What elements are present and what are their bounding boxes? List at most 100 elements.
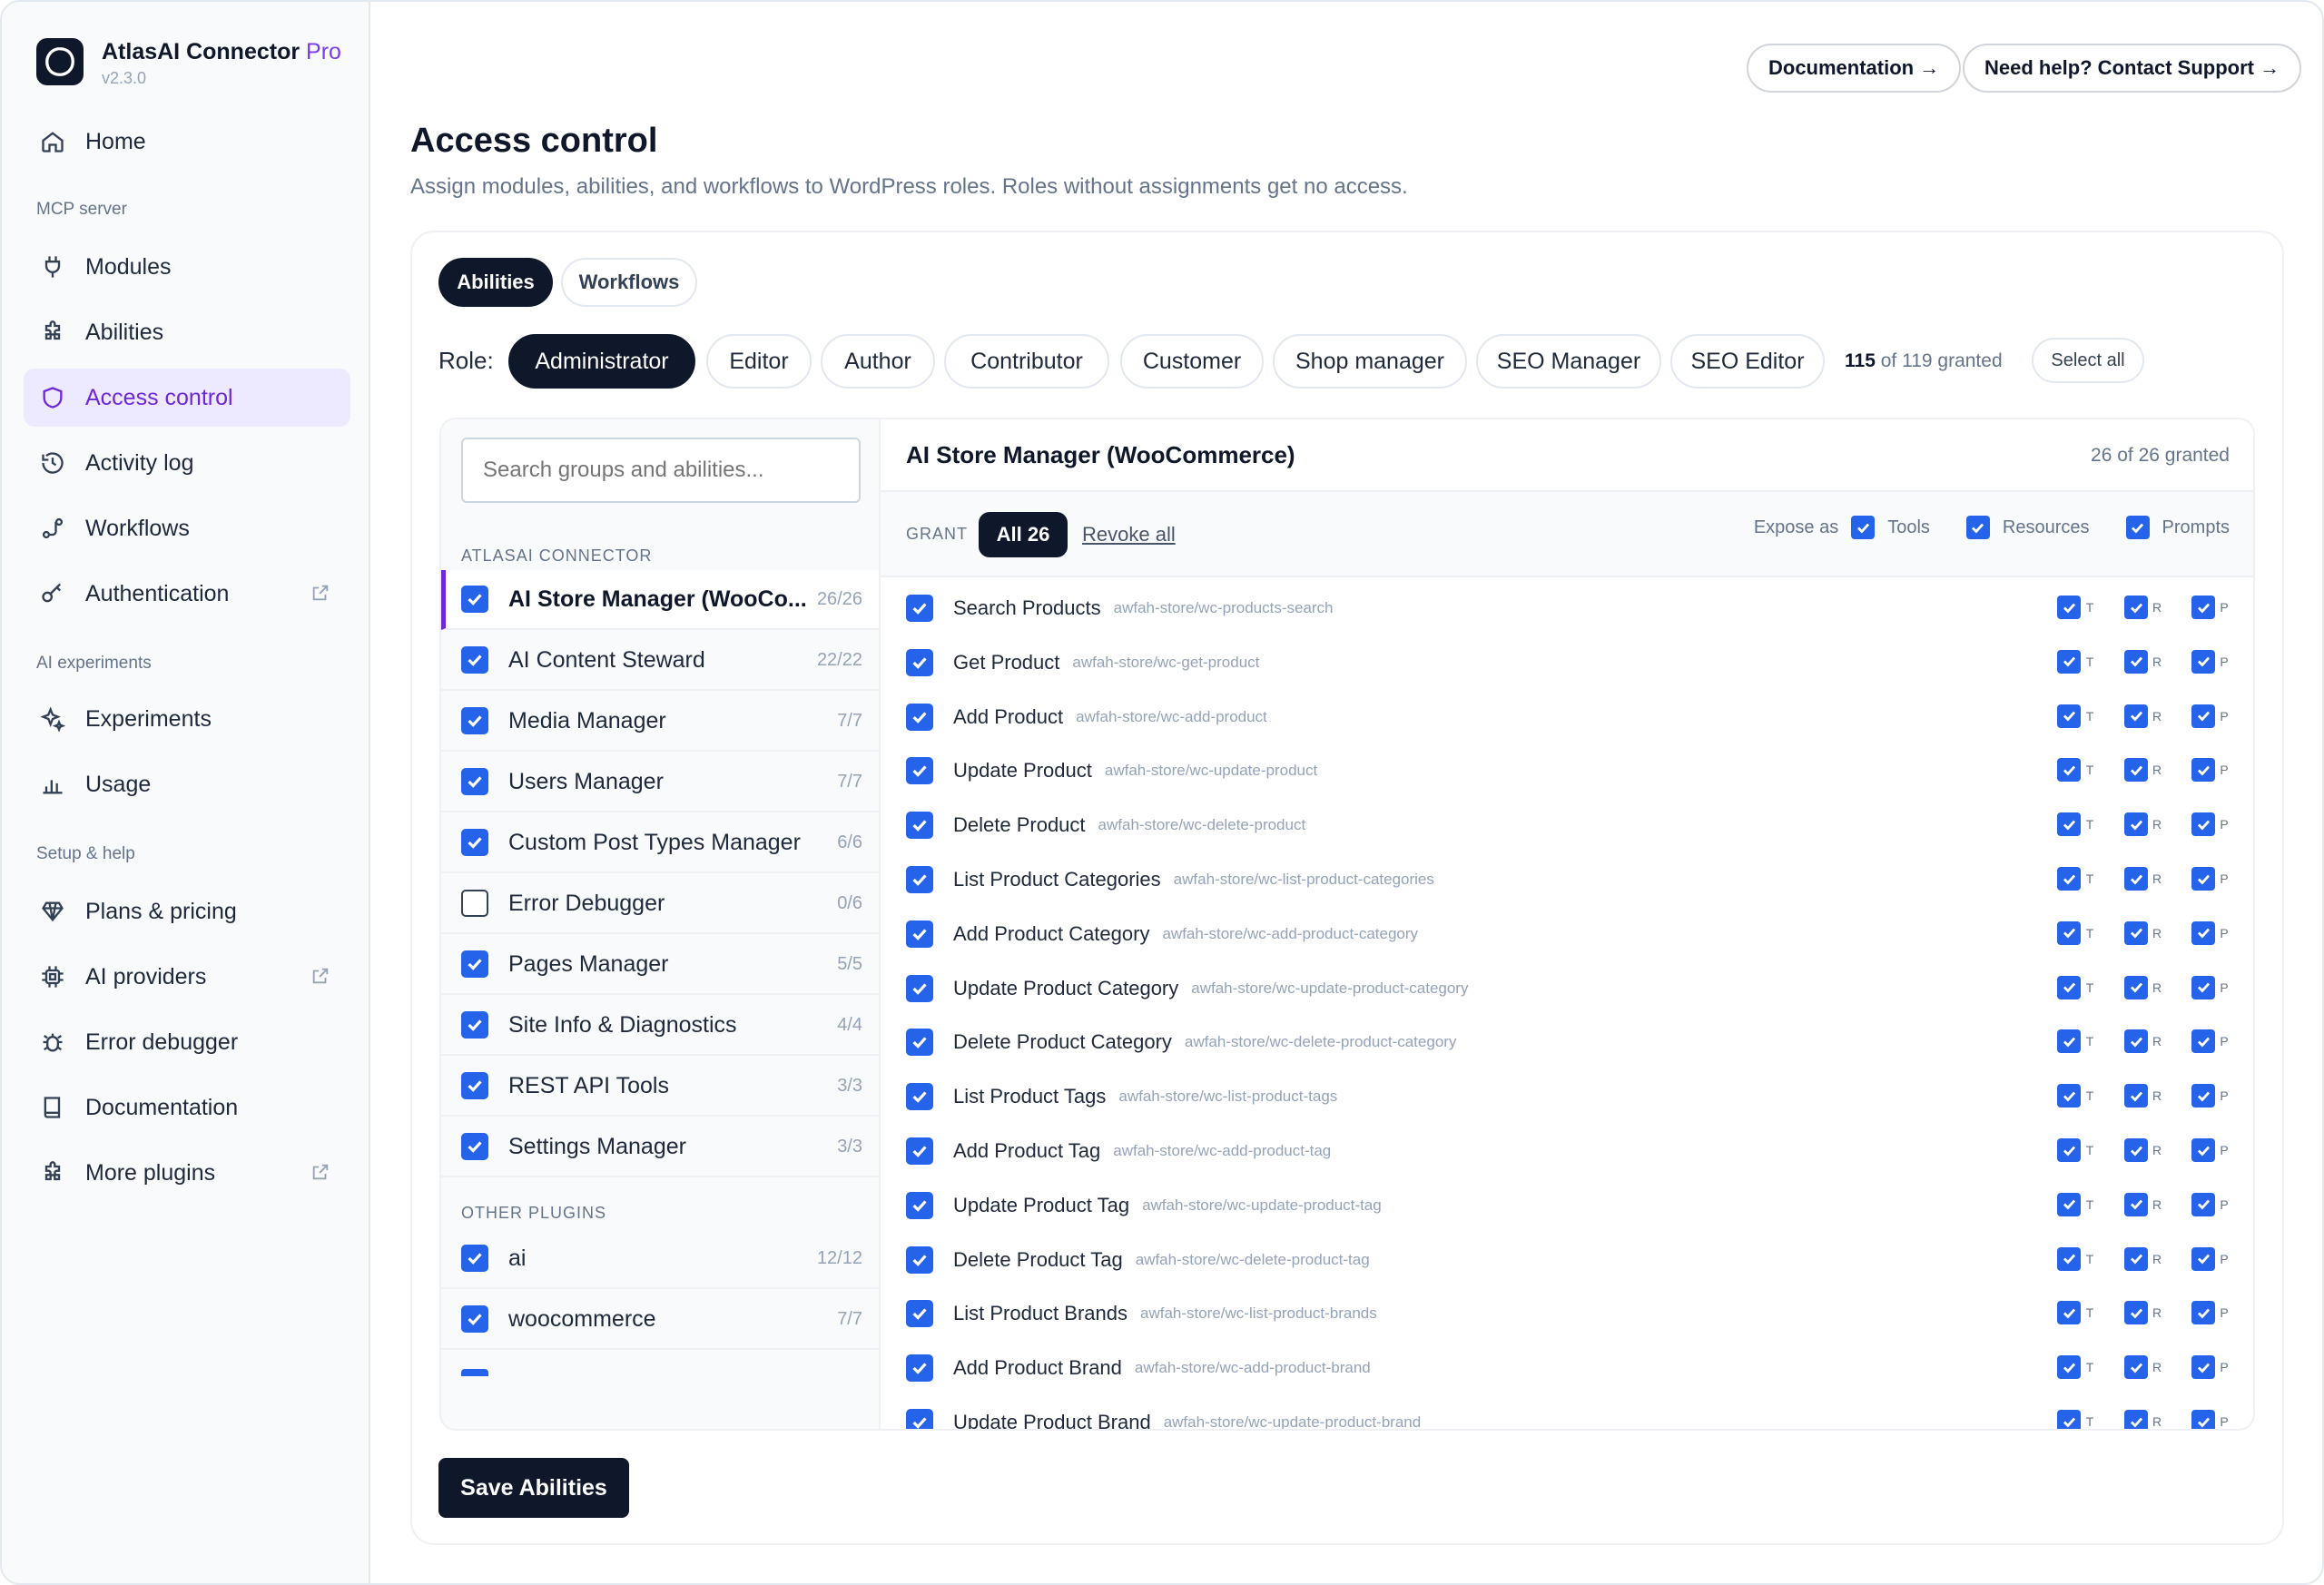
grant-all-button[interactable]: All 26: [979, 512, 1068, 557]
ability-checkbox[interactable]: [906, 1409, 933, 1429]
ability-prompt-checkbox[interactable]: [2191, 1246, 2215, 1271]
role-editor[interactable]: Editor: [706, 334, 812, 389]
group-item[interactable]: Site Info & Diagnostics 4/4: [441, 996, 879, 1056]
ability-checkbox[interactable]: [906, 1191, 933, 1219]
ability-tool-checkbox[interactable]: [2057, 1355, 2081, 1380]
group-item[interactable]: Error Debugger 0/6: [441, 874, 879, 934]
ability-tool-checkbox[interactable]: [2057, 649, 2081, 674]
group-checkbox[interactable]: [461, 890, 488, 917]
role-seo-editor[interactable]: SEO Editor: [1670, 334, 1825, 389]
ability-checkbox[interactable]: [906, 920, 933, 948]
nav-documentation[interactable]: Documentation: [24, 1078, 350, 1137]
ability-checkbox[interactable]: [906, 1245, 933, 1274]
tab-workflows[interactable]: Workflows: [561, 258, 697, 307]
ability-prompt-checkbox[interactable]: [2191, 704, 2215, 728]
ability-resource-checkbox[interactable]: [2124, 975, 2148, 999]
group-item[interactable]: Settings Manager 3/3: [441, 1117, 879, 1177]
ability-tool-checkbox[interactable]: [2057, 1029, 2081, 1054]
group-item[interactable]: REST API Tools 3/3: [441, 1057, 879, 1117]
group-item[interactable]: woocommerce 7/7: [441, 1290, 879, 1350]
ability-tool-checkbox[interactable]: [2057, 758, 2081, 783]
ability-checkbox[interactable]: [906, 648, 933, 676]
group-checkbox[interactable]: [461, 646, 488, 674]
expose-prompts-checkbox[interactable]: [2125, 516, 2150, 539]
group-checkbox[interactable]: [461, 707, 488, 734]
role-author[interactable]: Author: [821, 334, 935, 389]
role-seo-manager[interactable]: SEO Manager: [1476, 334, 1661, 389]
nav-modules[interactable]: Modules: [24, 238, 350, 296]
role-customer[interactable]: Customer: [1120, 334, 1264, 389]
ability-checkbox[interactable]: [906, 812, 933, 840]
ability-prompt-checkbox[interactable]: [2191, 1138, 2215, 1162]
ability-resource-checkbox[interactable]: [2124, 1355, 2148, 1380]
group-item[interactable]: Custom Post Types Manager 6/6: [441, 813, 879, 873]
select-all-button[interactable]: Select all: [2032, 338, 2144, 383]
ability-tool-checkbox[interactable]: [2057, 1410, 2081, 1429]
ability-tool-checkbox[interactable]: [2057, 1192, 2081, 1216]
group-checkbox[interactable]: [461, 1072, 488, 1099]
nav-more-plugins[interactable]: More plugins: [24, 1144, 350, 1202]
group-checkbox[interactable]: [461, 1011, 488, 1039]
ability-resource-checkbox[interactable]: [2124, 758, 2148, 783]
ability-resource-checkbox[interactable]: [2124, 1084, 2148, 1108]
role-shop-manager[interactable]: Shop manager: [1273, 334, 1467, 389]
ability-checkbox[interactable]: [906, 1137, 933, 1165]
ability-resource-checkbox[interactable]: [2124, 812, 2148, 837]
expose-tools-checkbox[interactable]: [1851, 516, 1876, 539]
ability-tool-checkbox[interactable]: [2057, 1301, 2081, 1325]
ability-checkbox[interactable]: [906, 703, 933, 731]
ability-tool-checkbox[interactable]: [2057, 867, 2081, 891]
ability-tool-checkbox[interactable]: [2057, 1084, 2081, 1108]
group-item[interactable]: Pages Manager 5/5: [441, 935, 879, 995]
ability-resource-checkbox[interactable]: [2124, 1410, 2148, 1429]
revoke-all-link[interactable]: Revoke all: [1082, 523, 1176, 546]
ability-prompt-checkbox[interactable]: [2191, 649, 2215, 674]
group-item[interactable]: Media Manager 7/7: [441, 692, 879, 752]
ability-resource-checkbox[interactable]: [2124, 867, 2148, 891]
ability-resource-checkbox[interactable]: [2124, 1029, 2148, 1054]
group-item[interactable]: AI Store Manager (WooCo... 26/26: [441, 570, 879, 630]
ability-tool-checkbox[interactable]: [2057, 812, 2081, 837]
contact-support-button[interactable]: Need help? Contact Support →: [1963, 44, 2302, 93]
search-input[interactable]: [461, 438, 861, 503]
ability-checkbox[interactable]: [906, 757, 933, 785]
ability-tool-checkbox[interactable]: [2057, 975, 2081, 999]
nav-access-control[interactable]: Access control: [24, 369, 350, 427]
ability-checkbox[interactable]: [906, 1354, 933, 1383]
ability-resource-checkbox[interactable]: [2124, 920, 2148, 945]
ability-resource-checkbox[interactable]: [2124, 1246, 2148, 1271]
nav-authentication[interactable]: Authentication: [24, 565, 350, 623]
group-checkbox[interactable]: [461, 1133, 488, 1160]
ability-tool-checkbox[interactable]: [2057, 1246, 2081, 1271]
ability-prompt-checkbox[interactable]: [2191, 867, 2215, 891]
group-checkbox[interactable]: [461, 829, 488, 856]
ability-prompt-checkbox[interactable]: [2191, 1029, 2215, 1054]
nav-abilities[interactable]: Abilities: [24, 303, 350, 361]
ability-resource-checkbox[interactable]: [2124, 596, 2148, 619]
group-item[interactable]: ai 12/12: [441, 1229, 879, 1289]
ability-prompt-checkbox[interactable]: [2191, 920, 2215, 945]
nav-activity-log[interactable]: Activity log: [24, 434, 350, 492]
nav-workflows[interactable]: Workflows: [24, 499, 350, 557]
ability-checkbox[interactable]: [906, 1029, 933, 1057]
group-checkbox[interactable]: [461, 768, 488, 795]
group-item[interactable]: AI Content Steward 22/22: [441, 631, 879, 691]
role-contributor[interactable]: Contributor: [944, 334, 1109, 389]
group-checkbox[interactable]: [461, 1305, 488, 1333]
ability-prompt-checkbox[interactable]: [2191, 758, 2215, 783]
nav-ai-providers[interactable]: AI providers: [24, 948, 350, 1006]
ability-checkbox[interactable]: [906, 1083, 933, 1111]
ability-checkbox[interactable]: [906, 1300, 933, 1328]
ability-prompt-checkbox[interactable]: [2191, 1410, 2215, 1429]
expose-resources-checkbox[interactable]: [1965, 516, 1990, 539]
group-checkbox[interactable]: [461, 586, 488, 613]
nav-plans[interactable]: Plans & pricing: [24, 882, 350, 940]
ability-resource-checkbox[interactable]: [2124, 1301, 2148, 1325]
documentation-button[interactable]: Documentation →: [1747, 44, 1962, 93]
save-abilities-button[interactable]: Save Abilities: [438, 1458, 629, 1518]
nav-usage[interactable]: Usage: [24, 755, 350, 813]
ability-resource-checkbox[interactable]: [2124, 649, 2148, 674]
group-checkbox[interactable]: [461, 1245, 488, 1272]
ability-prompt-checkbox[interactable]: [2191, 975, 2215, 999]
ability-prompt-checkbox[interactable]: [2191, 1301, 2215, 1325]
